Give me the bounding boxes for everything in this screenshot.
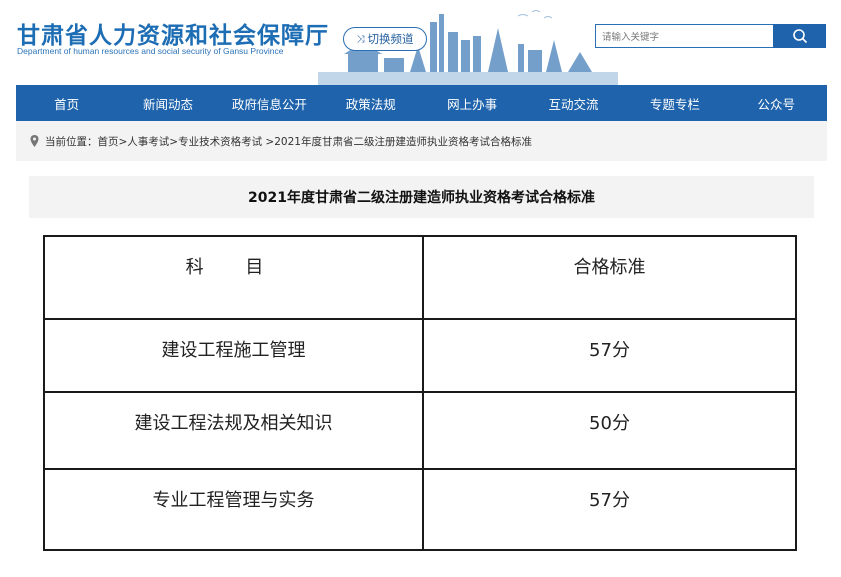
main-nav: 首页 新闻动态 政府信息公开 政策法规 网上办事 互动交流 专题专栏 公众号 bbox=[16, 85, 827, 121]
shuffle-icon: ⤨ bbox=[356, 33, 365, 45]
search-button[interactable] bbox=[773, 24, 826, 48]
table-row: 专业工程管理与实务 57分 bbox=[43, 468, 797, 551]
site-logo-subtitle: Department of human resources and social… bbox=[17, 46, 284, 56]
article-title: 2021年度甘肃省二级注册建造师执业资格考试合格标准 bbox=[29, 176, 814, 218]
breadcrumb-prefix: 当前位置： bbox=[45, 135, 98, 148]
score-standard-table: 科 目 合格标准 建设工程施工管理 57分 建设工程法规及相关知识 50分 专业… bbox=[43, 235, 797, 551]
table-cell-score: 57分 bbox=[422, 468, 797, 551]
site-header: 甘肃省人力资源和社会保障厅 Department of human resour… bbox=[0, 0, 841, 85]
table-row: 建设工程施工管理 57分 bbox=[43, 318, 797, 393]
search-icon bbox=[792, 29, 807, 44]
location-pin-icon bbox=[30, 135, 39, 147]
nav-item-online-service[interactable]: 网上办事 bbox=[422, 85, 523, 121]
nav-item-news[interactable]: 新闻动态 bbox=[117, 85, 218, 121]
switch-channel-label: 切换频道 bbox=[367, 32, 414, 46]
nav-item-gov-info[interactable]: 政府信息公开 bbox=[219, 85, 320, 121]
table-header-subject: 科 目 bbox=[43, 235, 424, 320]
table-cell-subject: 建设工程施工管理 bbox=[43, 318, 424, 393]
table-cell-score: 57分 bbox=[422, 318, 797, 393]
table-cell-subject: 建设工程法规及相关知识 bbox=[43, 391, 424, 470]
nav-item-home[interactable]: 首页 bbox=[16, 85, 117, 121]
table-cell-score: 50分 bbox=[422, 391, 797, 470]
nav-item-special-topics[interactable]: 专题专栏 bbox=[624, 85, 725, 121]
table-header-row: 科 目 合格标准 bbox=[43, 235, 797, 320]
table-header-standard: 合格标准 bbox=[422, 235, 797, 320]
switch-channel-button[interactable]: ⤨ 切换频道 bbox=[343, 27, 427, 51]
table-row: 建设工程法规及相关知识 50分 bbox=[43, 391, 797, 470]
search-input[interactable]: 请输入关键字 bbox=[595, 24, 773, 48]
nav-item-official-account[interactable]: 公众号 bbox=[726, 85, 827, 121]
nav-item-interaction[interactable]: 互动交流 bbox=[523, 85, 624, 121]
table-cell-subject: 专业工程管理与实务 bbox=[43, 468, 424, 551]
site-logo-title[interactable]: 甘肃省人力资源和社会保障厅 bbox=[17, 16, 329, 50]
breadcrumb: 当前位置： 首页>人事考试>专业技术资格考试 >2021年度甘肃省二级注册建造师… bbox=[16, 121, 827, 161]
nav-item-policy[interactable]: 政策法规 bbox=[320, 85, 421, 121]
breadcrumb-path[interactable]: 首页>人事考试>专业技术资格考试 >2021年度甘肃省二级注册建造师执业资格考试… bbox=[98, 134, 532, 149]
